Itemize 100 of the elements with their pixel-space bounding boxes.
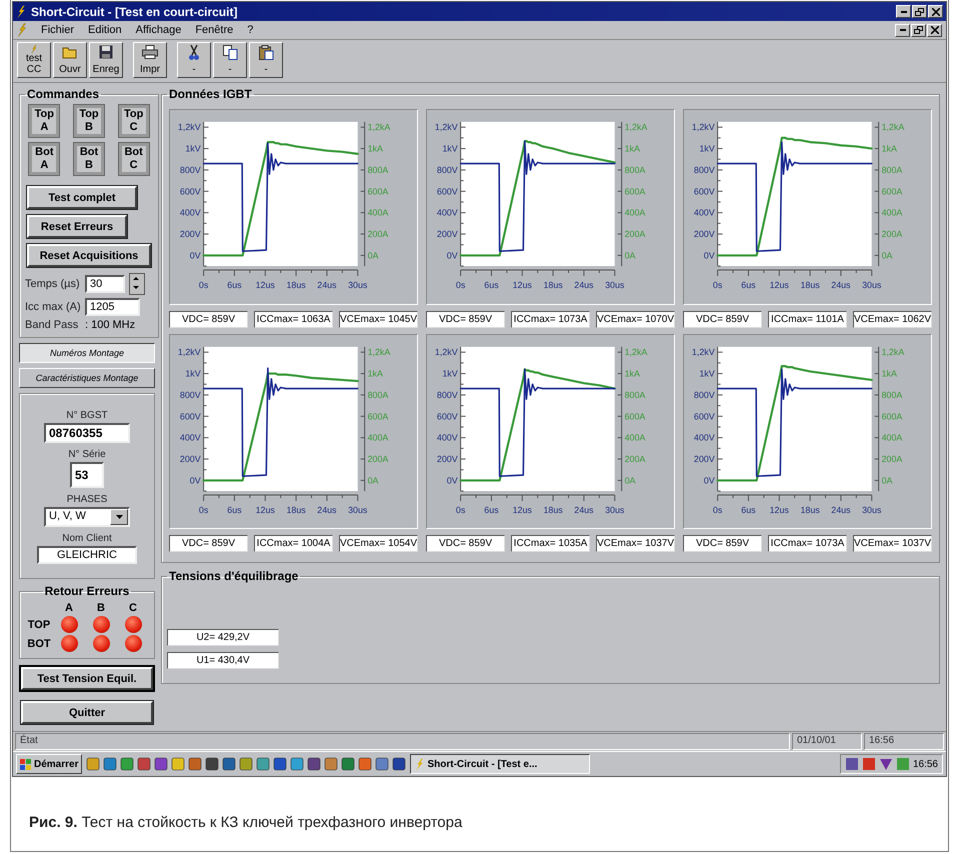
app-icon[interactable] — [205, 757, 220, 771]
app-icon[interactable] — [324, 757, 338, 771]
axis-label: 600A — [624, 410, 646, 421]
app-icon[interactable] — [375, 757, 390, 771]
maximize-button[interactable] — [912, 5, 927, 18]
toolbar-button[interactable]: - — [213, 42, 247, 78]
menu-item[interactable]: Edition — [88, 24, 122, 36]
app-icon[interactable] — [256, 757, 270, 771]
app-icon[interactable] — [188, 757, 202, 771]
start-button[interactable]: Démarrer — [16, 754, 82, 774]
group-title: Commandes — [26, 87, 100, 101]
axis-label: 800A — [882, 164, 902, 175]
tab[interactable]: Numéros Montage — [19, 343, 155, 363]
axis-label: 1,2kV — [434, 346, 458, 357]
app-icon[interactable] — [222, 757, 236, 771]
toolbar-button[interactable]: Ouvr — [53, 42, 87, 78]
axis-label: 800V — [694, 390, 715, 400]
switch-button[interactable]: Bot A — [29, 143, 60, 175]
input-field[interactable]: 53 — [70, 462, 104, 488]
axis-label: 1,2kA — [882, 346, 904, 357]
toolbar-button[interactable]: Impr — [133, 42, 167, 78]
app-icon[interactable] — [154, 757, 168, 771]
scissors-icon — [188, 45, 200, 61]
app-icon[interactable] — [120, 757, 134, 771]
axis-label: 1,2kV — [178, 346, 201, 357]
tray-icon[interactable] — [862, 757, 876, 771]
axis-label: 200A — [882, 229, 902, 239]
tray-icon[interactable] — [878, 757, 893, 771]
close-icon — [930, 26, 938, 34]
minimize-button[interactable] — [896, 5, 911, 18]
command-button[interactable]: Reset Acquisitions — [27, 244, 151, 267]
axis-label: 0A — [624, 250, 636, 260]
field-label: Nom Client — [62, 533, 112, 544]
maximize-button[interactable] — [911, 24, 926, 36]
app-icon[interactable] — [137, 757, 152, 771]
app-icon[interactable] — [392, 757, 406, 771]
spinner[interactable] — [129, 273, 145, 295]
status-cell: 01/10/01 — [792, 733, 862, 750]
axis-label: 200V — [694, 229, 715, 239]
axis-label: 1,2kV — [434, 122, 458, 132]
reading-field: ICCmax= 1073A — [511, 310, 590, 328]
switch-button[interactable]: Top C — [118, 105, 149, 137]
toolbar-button[interactable]: - — [249, 42, 283, 78]
axis-label: 400V — [694, 432, 715, 442]
input-field[interactable]: 08760355 — [44, 423, 130, 443]
app-icon[interactable] — [103, 757, 118, 771]
menu-item[interactable]: Fenêtre — [195, 24, 234, 36]
switch-button[interactable]: Top A — [29, 105, 60, 137]
app-icon[interactable] — [171, 757, 186, 771]
toolbar-button[interactable]: - — [177, 42, 211, 78]
axis-label: 200V — [180, 454, 201, 464]
caret-icon — [116, 515, 122, 519]
app-icon[interactable] — [307, 757, 322, 771]
taskbar-button[interactable]: Short-Circuit - [Test e... — [410, 754, 590, 774]
reading-field: VDC= 859V — [683, 310, 762, 328]
app-icon[interactable] — [341, 757, 356, 771]
app-icon[interactable] — [358, 757, 372, 771]
input-field[interactable]: 1205 — [85, 298, 140, 316]
app-icon[interactable] — [290, 757, 304, 771]
toolbar-button[interactable]: Enreg — [89, 42, 123, 78]
dropdown[interactable]: U, V, W — [44, 507, 130, 527]
action-button[interactable]: Test Tension Equil. — [21, 667, 153, 690]
group-title: Données IGBT — [168, 87, 253, 101]
close-button[interactable] — [928, 5, 943, 18]
copy-icon — [222, 45, 238, 60]
switch-button[interactable]: Bot B — [74, 143, 104, 175]
axis-label: 400V — [180, 208, 201, 218]
switch-button[interactable]: Bot C — [118, 143, 149, 175]
bolt-icon — [17, 23, 27, 37]
axis-label: 0s — [198, 280, 208, 290]
axis-label: 200V — [180, 229, 201, 239]
axis-label: 12us — [512, 504, 532, 514]
input-field[interactable]: 30 — [85, 275, 125, 293]
minimize-button[interactable] — [895, 24, 910, 36]
axis-label: 1kV — [185, 144, 201, 154]
switch-button[interactable]: Top B — [74, 105, 104, 137]
reading-field: VCEmax= 1045V — [339, 310, 418, 328]
tray-icon[interactable] — [844, 757, 859, 771]
menu-item[interactable]: Affichage — [136, 24, 182, 36]
command-button[interactable]: Test complet — [27, 186, 137, 209]
close-button[interactable] — [927, 24, 942, 36]
minimize-icon — [900, 10, 906, 12]
tab[interactable]: Caractéristiques Montage — [19, 368, 155, 388]
axis-label: 18us — [286, 280, 306, 290]
voltage-field: U1= 430,4V — [167, 652, 279, 670]
app-icon[interactable] — [86, 757, 100, 771]
axis-label: 600A — [882, 186, 902, 196]
axis-label: 600A — [624, 186, 646, 196]
input-field[interactable]: GLEICHRIC — [37, 546, 137, 564]
app-icon[interactable] — [273, 757, 288, 771]
status-cell: État — [15, 733, 790, 750]
axis-label: 1,2kA — [624, 346, 648, 357]
menu-item[interactable]: ? — [247, 24, 254, 36]
action-button[interactable]: Quitter — [21, 701, 153, 724]
app-icon[interactable] — [239, 757, 254, 771]
menu-item[interactable]: Fichier — [41, 24, 74, 36]
command-button[interactable]: Reset Erreurs — [27, 215, 127, 238]
toolbar-button[interactable]: test CC — [17, 42, 51, 78]
clipboard-icon — [258, 45, 274, 60]
axis-label: 1kV — [442, 368, 458, 378]
